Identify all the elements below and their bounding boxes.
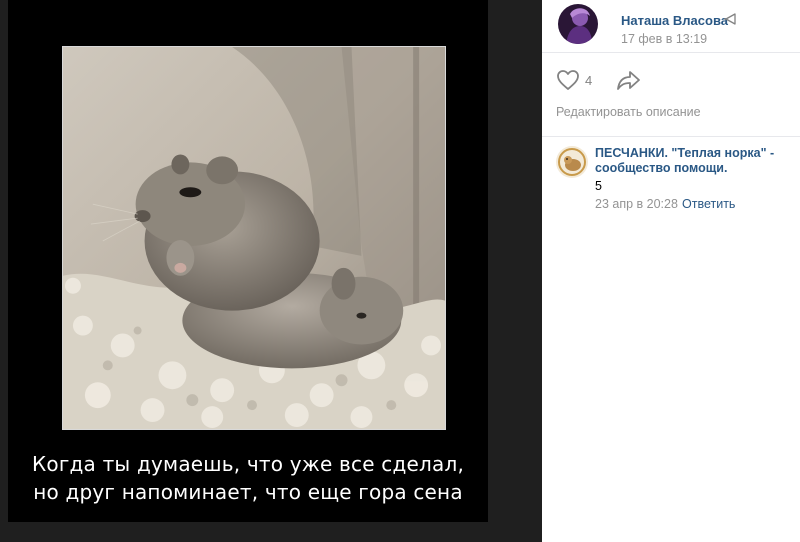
comment-date[interactable]: 23 апр в 20:28: [595, 197, 678, 211]
caption-line-2: но друг напоминает, что еще гора сена: [33, 480, 463, 504]
like-count[interactable]: 4: [585, 73, 592, 88]
photo-viewer: Когда ты думаешь, что уже все сделал, но…: [0, 0, 542, 542]
divider: [542, 136, 800, 137]
gerbils-photo: [62, 46, 446, 430]
share-arrow-icon[interactable]: [616, 68, 642, 92]
broadcast-icon: [723, 12, 739, 26]
author-avatar[interactable]: [558, 4, 598, 44]
photo-sidebar: Наташа Власова 17 фев в 13:19 4 Редактир…: [542, 0, 800, 542]
commenter-avatar[interactable]: [556, 146, 588, 178]
demotivator-poster[interactable]: Когда ты думаешь, что уже все сделал, но…: [8, 0, 488, 522]
post-date[interactable]: 17 фев в 13:19: [621, 32, 707, 46]
author-name[interactable]: Наташа Власова: [621, 13, 728, 28]
edit-description-link[interactable]: Редактировать описание: [556, 105, 701, 119]
comment-text: 5: [595, 179, 602, 193]
commenter-name[interactable]: ПЕСЧАНКИ. "Теплая норка" - сообщество по…: [595, 146, 795, 176]
caption-line-1: Когда ты думаешь, что уже все сделал,: [31, 452, 465, 476]
divider: [542, 52, 800, 53]
reply-button[interactable]: Ответить: [682, 197, 735, 211]
heart-icon[interactable]: [556, 69, 580, 91]
